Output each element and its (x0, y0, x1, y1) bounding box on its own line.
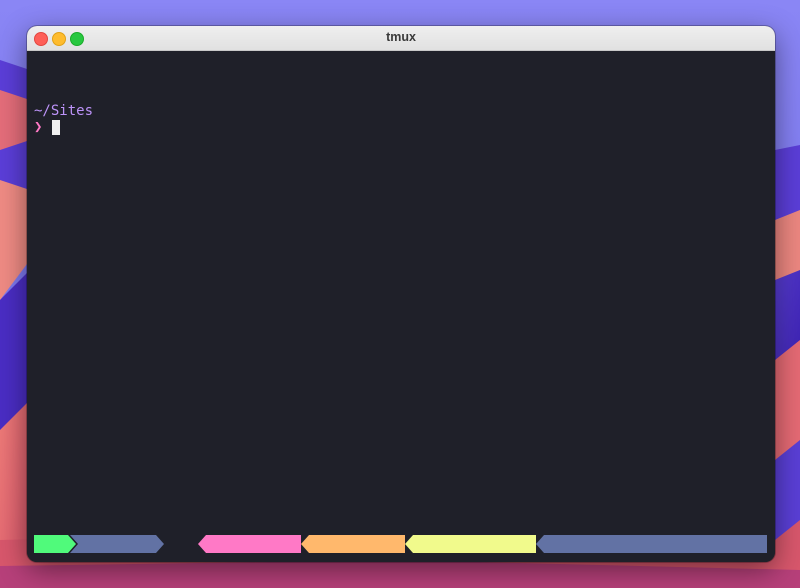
current-directory: ~/Sites (34, 103, 94, 119)
battery-segment: ♥ AC 100% (198, 535, 301, 553)
terminal-pane[interactable]: ~/Sites ❯ ☺ 1 zsh* ♥ AC 100% CPU 20% RAM… (27, 51, 775, 562)
window-tab-zsh[interactable]: 1 zsh* (70, 535, 164, 553)
text-cursor (52, 120, 60, 135)
smiley-icon: ☺ (42, 554, 51, 562)
window-title: tmux (386, 30, 416, 44)
window-tab-label: 1 zsh (90, 554, 133, 562)
terminal-window[interactable]: tmux ~/Sites ❯ ☺ 1 zsh* ♥ AC 100% CPU 20… (27, 26, 775, 562)
tmux-status-bar: ☺ 1 zsh* ♥ AC 100% CPU 20% RAM 7GB/16GB … (34, 535, 767, 553)
ram-segment: RAM 7GB/16GB (405, 535, 536, 553)
window-titlebar[interactable]: tmux (27, 26, 775, 51)
cpu-segment: CPU 20% (301, 535, 405, 553)
date-time: Fre 10/29 01:44 pm CEST (550, 554, 744, 562)
ram-usage: RAM 7GB/16GB (420, 554, 522, 562)
session-segment: ☺ (34, 535, 76, 553)
cpu-usage: CPU 20% (319, 554, 387, 562)
datetime-segment: Fre 10/29 01:44 pm CEST (536, 535, 767, 553)
window-active-flag: * (132, 554, 141, 562)
prompt-chevron-icon: ❯ (34, 119, 43, 135)
battery-status: ♥ AC 100% (212, 554, 288, 562)
